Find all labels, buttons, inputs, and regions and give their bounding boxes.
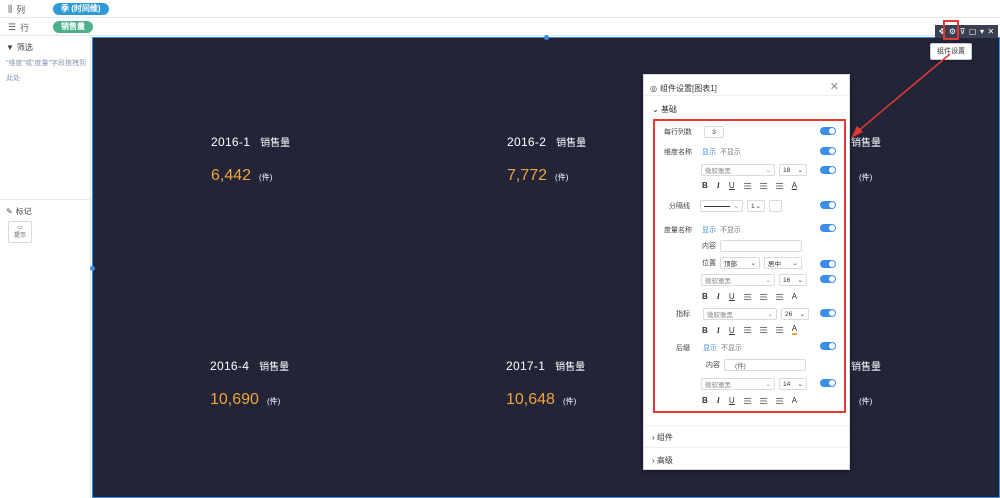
annotation-arrow: [851, 53, 951, 138]
divider: [644, 95, 849, 96]
kpi-unit: (件): [859, 397, 873, 406]
section-advanced[interactable]: › 高级: [652, 455, 673, 466]
kpi-dimension: 2017-1: [506, 359, 546, 373]
filter-drop-hint[interactable]: "维度"或"度量"字段拖拽到此处: [6, 56, 88, 86]
chevron-right-icon: ›: [652, 433, 655, 442]
rows-pill[interactable]: 销售量: [53, 21, 93, 33]
section-component[interactable]: › 组件: [652, 432, 673, 443]
kpi-measure: 销售量: [556, 138, 587, 149]
maximize-icon[interactable]: ▢: [969, 27, 977, 37]
divider: [0, 199, 91, 200]
rows-shelf: ☰ 行 销售量: [0, 18, 1000, 36]
kpi-measure: 销售量: [260, 138, 291, 149]
kpi-measure: 销售量: [259, 362, 290, 373]
close-icon[interactable]: ✕: [987, 27, 994, 37]
comment-icon: ▭: [17, 225, 23, 231]
filter-title: ▼ 筛选: [6, 43, 33, 52]
kpi-dimension: 2016-4: [210, 359, 250, 373]
left-panel: ▼ 筛选 "维度"或"度量"字段拖拽到此处 ✎ 标记 ▭ 提示: [0, 36, 91, 498]
columns-pill[interactable]: 季 (时间维): [53, 3, 109, 15]
chevron-right-icon: ›: [652, 456, 655, 465]
kpi-value: 7,772: [507, 167, 548, 184]
highlight-box: [653, 119, 846, 413]
rows-icon: ☰: [8, 22, 17, 32]
app-root: ⫼ 列 季 (时间维) ☰ 行 销售量 ▼ 筛选 "维度"或"度量"字段拖拽到此…: [0, 0, 1000, 498]
kpi-value: 10,648: [506, 391, 555, 408]
divider: [644, 425, 849, 426]
pin-icon: ✎: [6, 207, 13, 216]
kpi-unit: (件): [266, 397, 281, 406]
columns-shelf: ⫼ 列 季 (时间维): [0, 0, 1000, 18]
filter-icon: ▼: [6, 43, 14, 52]
kpi-dimension: 2016-1: [211, 135, 251, 149]
divider: [644, 447, 849, 448]
kpi-dimension: 2016-2: [507, 135, 547, 149]
close-icon[interactable]: ✕: [830, 80, 839, 93]
resize-handle-top[interactable]: [544, 35, 549, 40]
kpi-value: 6,442: [211, 167, 252, 184]
kpi-unit: (件): [259, 173, 273, 182]
section-basic[interactable]: ⌄ 基础: [652, 104, 677, 115]
kpi-unit: (件): [562, 397, 577, 406]
filter-icon[interactable]: ⊽: [960, 27, 966, 37]
kpi-card: 2016-2 销售量 7,772 (件): [507, 133, 586, 185]
kpi-unit: (件): [555, 173, 569, 182]
kpi-card: 2017-1 销售量 10,648 (件): [506, 357, 585, 409]
rows-shelf-label: ☰ 行: [8, 22, 30, 33]
settings-icon: ◎: [650, 84, 657, 93]
tooltip-mark-button[interactable]: ▭ 提示: [8, 221, 32, 243]
settings-highlight: [943, 20, 959, 40]
kpi-value: 10,690: [210, 391, 259, 408]
resize-handle-left[interactable]: [90, 266, 95, 271]
kpi-unit: (件): [859, 173, 873, 182]
kpi-measure: 销售量: [555, 362, 586, 373]
columns-icon: ⫼: [8, 4, 13, 14]
kpi-card: 2016-1 销售量 6,442 (件): [211, 133, 290, 185]
dropdown-icon[interactable]: ▾: [980, 27, 984, 37]
chevron-down-icon: ⌄: [652, 105, 659, 114]
kpi-card: 2016-4 销售量 10,690 (件): [210, 357, 289, 409]
columns-shelf-label: ⫼ 列: [8, 4, 26, 15]
panel-header: ◎ 组件设置[图表1]: [650, 84, 717, 93]
kpi-measure: 销售量: [851, 362, 881, 373]
marks-title: ✎ 标记: [6, 207, 32, 216]
